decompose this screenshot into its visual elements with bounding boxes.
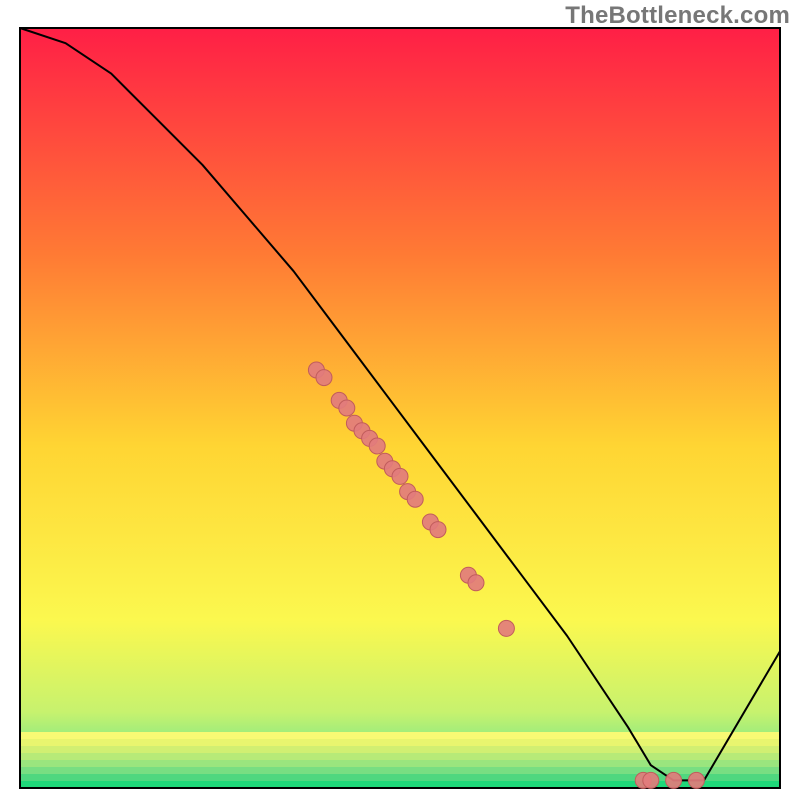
bottom-band <box>20 767 780 774</box>
data-point <box>339 400 355 416</box>
gradient-background <box>20 28 780 788</box>
data-point <box>369 438 385 454</box>
chart-stage: TheBottleneck.com <box>0 0 800 800</box>
data-point <box>430 522 446 538</box>
bottom-band <box>20 760 780 767</box>
data-point <box>316 370 332 386</box>
data-point-bottom <box>666 772 682 788</box>
bottom-band <box>20 732 780 739</box>
data-point-bottom <box>688 772 704 788</box>
bottom-band <box>20 746 780 753</box>
data-point <box>407 491 423 507</box>
data-point <box>498 620 514 636</box>
data-point-bottom <box>643 772 659 788</box>
bottom-band <box>20 739 780 746</box>
data-point <box>392 468 408 484</box>
data-point <box>468 575 484 591</box>
bottom-band <box>20 753 780 760</box>
watermark-text: TheBottleneck.com <box>565 2 790 30</box>
chart-canvas <box>0 0 800 800</box>
